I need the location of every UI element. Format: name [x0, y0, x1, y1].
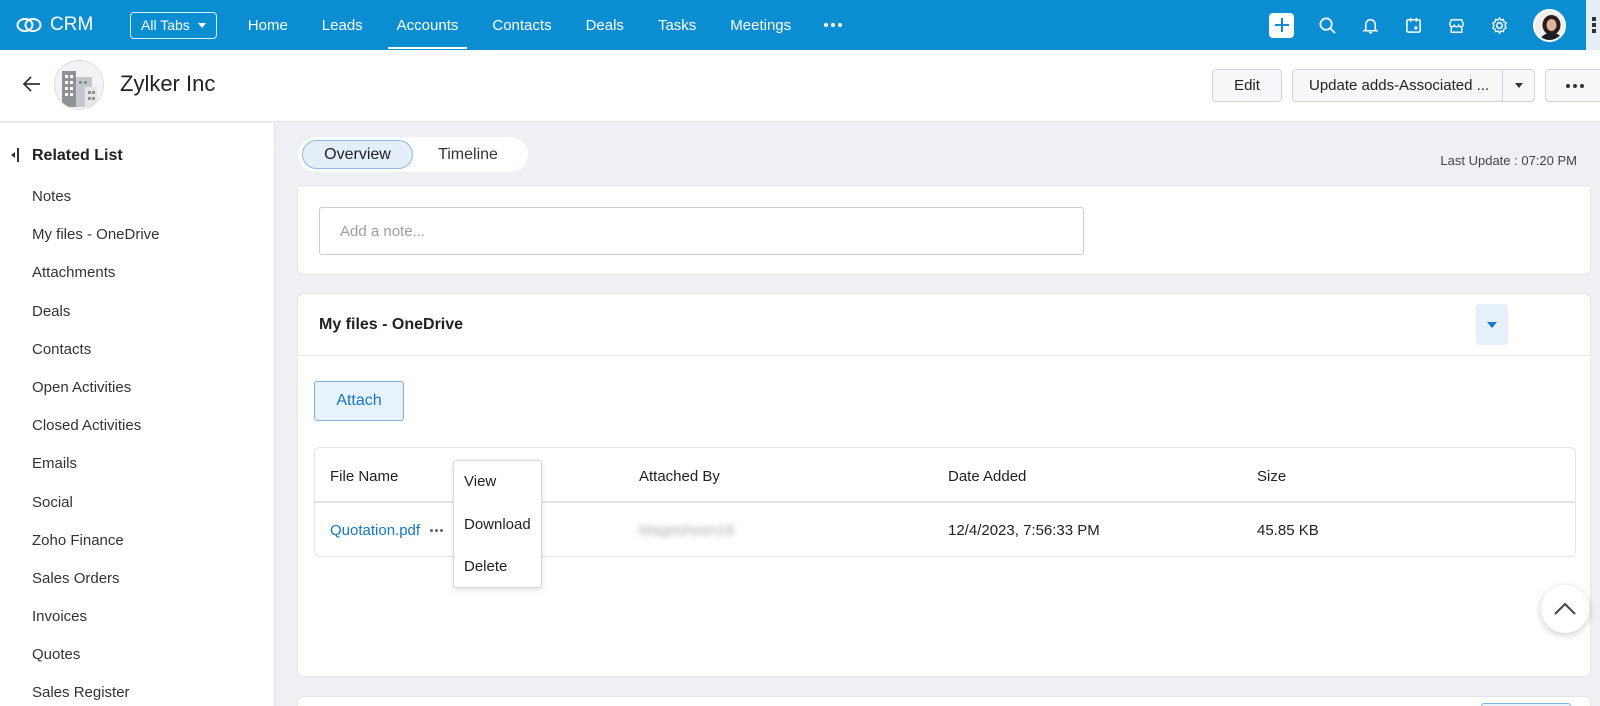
sidebar-item-contacts[interactable]: Contacts [32, 331, 160, 369]
sidebar-item-attachments[interactable]: Attachments [32, 254, 160, 292]
column-header-attached-by[interactable]: Attached By [639, 468, 720, 485]
settings-button[interactable] [1488, 14, 1510, 36]
menu-item-delete[interactable]: Delete [454, 546, 541, 589]
related-list-title: Related List [32, 147, 123, 164]
nav-leads[interactable]: Leads [305, 0, 380, 50]
sidebar-item-quotes[interactable]: Quotes [32, 636, 160, 674]
add-note-input[interactable] [319, 207, 1084, 255]
sidebar-item-my-files-onedrive[interactable]: My files - OneDrive [32, 216, 160, 254]
avatar-image [1535, 10, 1564, 40]
sidebar-item-sales-orders[interactable]: Sales Orders [32, 560, 160, 598]
more-actions-button[interactable] [1545, 69, 1600, 102]
app-name: CRM [50, 14, 94, 35]
tab-timeline[interactable]: Timeline [413, 140, 523, 169]
section-dropdown-button[interactable] [1476, 304, 1508, 345]
chevron-up-icon [1554, 602, 1576, 615]
next-section-card [297, 696, 1591, 706]
column-header-file-name[interactable]: File Name [330, 468, 398, 485]
chevron-down-icon [197, 22, 206, 28]
apps-grid-icon[interactable] [1586, 0, 1600, 50]
edit-button[interactable]: Edit [1212, 69, 1282, 102]
quick-create-button[interactable] [1269, 12, 1294, 38]
search-icon [1319, 17, 1336, 34]
sidebar-item-deals[interactable]: Deals [32, 293, 160, 331]
notifications-button[interactable] [1359, 14, 1381, 36]
attached-by-cell: Magesheen18 [639, 522, 735, 539]
crm-logo-icon [16, 18, 42, 32]
bell-icon [1361, 18, 1379, 33]
store-icon [1448, 18, 1464, 33]
sidebar-item-social[interactable]: Social [32, 484, 160, 522]
sidebar-item-open-activities[interactable]: Open Activities [32, 369, 160, 407]
record-header: Zylker Inc Edit Update adds-Associated .… [0, 50, 1600, 122]
size-cell: 45.85 KB [1257, 522, 1319, 539]
all-tabs-label: All Tabs [141, 17, 190, 33]
column-header-date-added[interactable]: Date Added [948, 468, 1026, 485]
marketplace-button[interactable] [1445, 14, 1467, 36]
search-button[interactable] [1316, 14, 1338, 36]
all-tabs-dropdown[interactable]: All Tabs [130, 11, 217, 39]
sidebar-item-emails[interactable]: Emails [32, 445, 160, 483]
notes-card [297, 187, 1591, 275]
sidebar-item-invoices[interactable]: Invoices [32, 598, 160, 636]
gear-icon [1491, 16, 1507, 34]
related-list-sidebar: Related List Notes My files - OneDrive A… [0, 123, 275, 706]
file-name-link[interactable]: Quotation.pdf [330, 522, 420, 539]
view-tabs: Overview Timeline [298, 137, 528, 172]
scroll-to-top-button[interactable] [1541, 585, 1589, 633]
related-list: Notes My files - OneDrive Attachments De… [32, 178, 160, 706]
building-icon [62, 71, 97, 107]
row-actions-icon[interactable] [430, 529, 443, 532]
nav-contacts[interactable]: Contacts [475, 0, 568, 50]
record-title: Zylker Inc [120, 71, 216, 96]
back-arrow-icon[interactable] [22, 74, 42, 94]
section-title: My files - OneDrive [319, 316, 464, 333]
menu-item-view[interactable]: View [454, 461, 541, 504]
update-button[interactable]: Update adds-Associated ... [1292, 69, 1503, 102]
tab-overview[interactable]: Overview [302, 140, 413, 169]
sidebar-item-closed-activities[interactable]: Closed Activities [32, 407, 160, 445]
calendar-button[interactable] [1402, 14, 1424, 36]
chevron-down-icon [1514, 83, 1523, 88]
more-icon [1566, 83, 1584, 88]
menu-item-download[interactable]: Download [454, 504, 541, 547]
sidebar-item-notes[interactable]: Notes [32, 178, 160, 216]
sidebar-item-zoho-finance[interactable]: Zoho Finance [32, 522, 160, 560]
date-added-cell: 12/4/2023, 7:56:33 PM [948, 522, 1100, 539]
nav-accounts[interactable]: Accounts [380, 0, 476, 50]
nav-deals[interactable]: Deals [569, 0, 641, 50]
calendar-icon [1405, 17, 1421, 33]
column-header-size[interactable]: Size [1257, 468, 1286, 485]
user-avatar[interactable] [1533, 8, 1566, 42]
collapse-sidebar-icon[interactable] [10, 148, 20, 162]
crm-logo[interactable]: CRM [16, 14, 112, 36]
sidebar-item-sales-register[interactable]: Sales Register [32, 674, 160, 706]
attach-button[interactable]: Attach [314, 381, 404, 421]
account-logo [54, 60, 104, 110]
update-dropdown-button[interactable] [1502, 69, 1535, 102]
nav-home[interactable]: Home [231, 0, 305, 50]
nav-meetings[interactable]: Meetings [713, 0, 808, 50]
view-tabs-bar: Overview Timeline Last Update : 07:20 PM [275, 123, 1600, 187]
file-context-menu: View Download Delete [453, 460, 542, 588]
divider [298, 355, 1590, 356]
nav-tasks[interactable]: Tasks [641, 0, 713, 50]
top-nav-bar: CRM All Tabs Home Leads Accounts Contact… [0, 0, 1600, 50]
chevron-down-icon [1487, 321, 1497, 328]
more-tabs-icon[interactable] [824, 23, 843, 27]
plus-icon [1274, 18, 1289, 32]
last-update-text: Last Update : 07:20 PM [1440, 153, 1577, 168]
